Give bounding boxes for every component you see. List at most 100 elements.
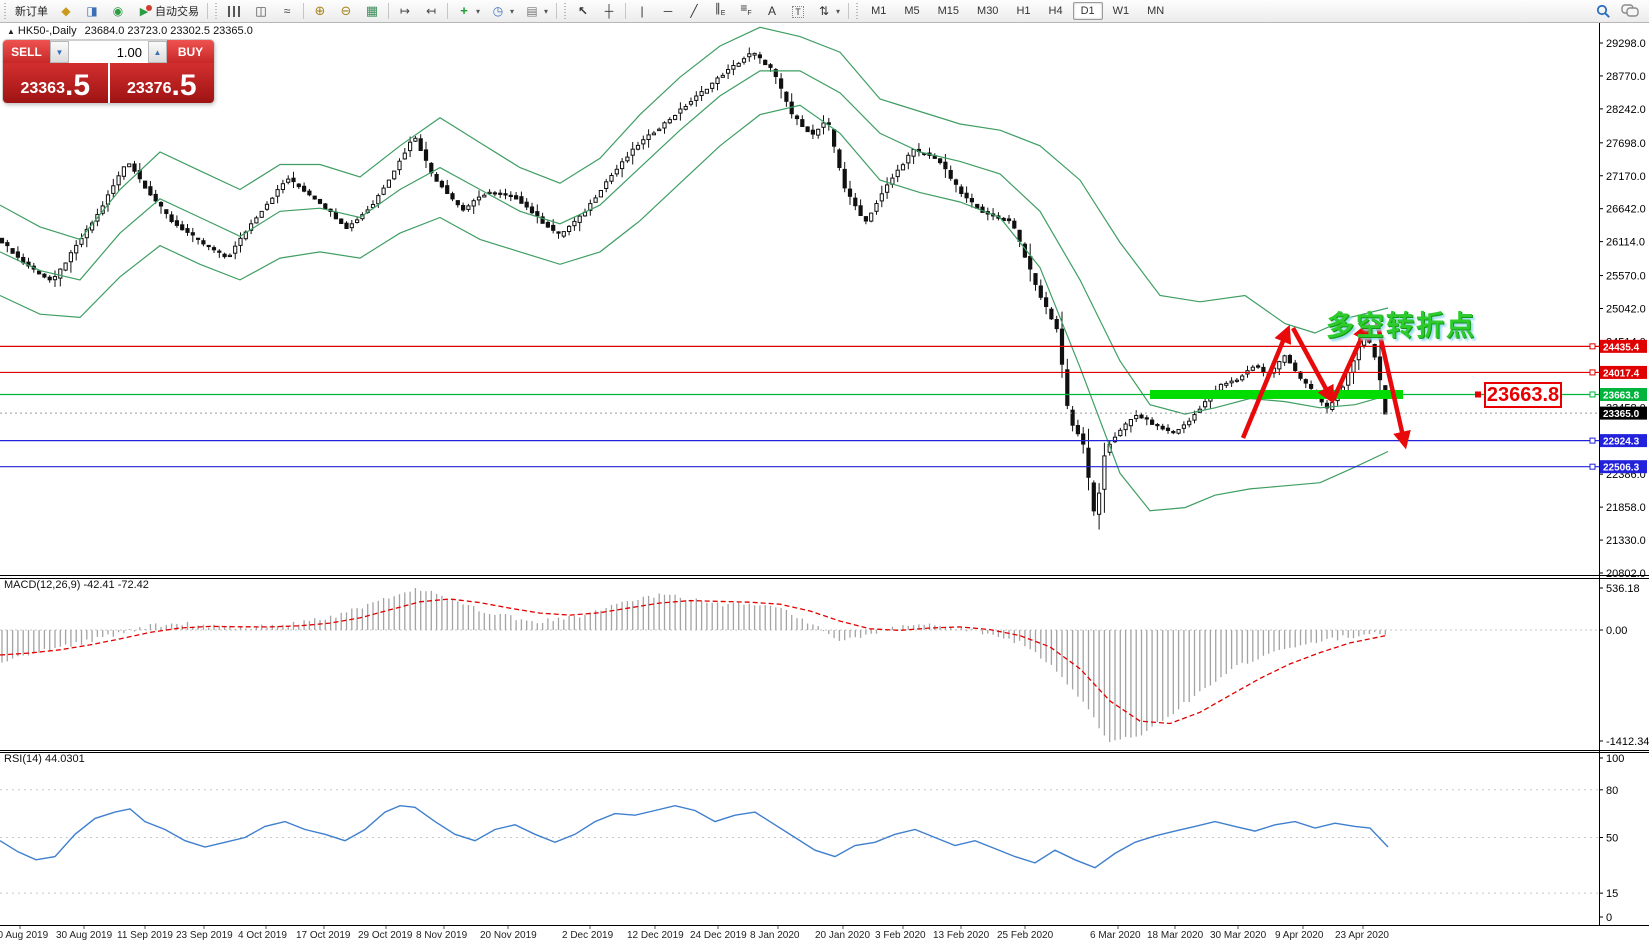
buy-price[interactable]: 23376 .5	[110, 63, 215, 103]
crosshair-tool-button[interactable]	[596, 1, 622, 21]
level-line-anchor[interactable]	[1590, 344, 1595, 349]
price-tag-current: 23365.0	[1600, 407, 1647, 421]
date-tick-label: 24 Dec 2019	[690, 930, 747, 941]
level-line-anchor[interactable]	[1590, 370, 1595, 375]
timeframe-w1[interactable]: W1	[1105, 2, 1138, 20]
strategy-tester-icon[interactable]	[105, 1, 131, 21]
toolbar-separator	[207, 3, 208, 19]
bar-chart-icon	[228, 6, 241, 17]
price-tag-value: 22924.3	[1603, 437, 1640, 448]
date-tick-label: 17 Oct 2019	[296, 930, 351, 941]
timeframe-h1[interactable]: H1	[1008, 2, 1038, 20]
periods-button[interactable]: ▾	[485, 1, 519, 21]
chat-icon[interactable]	[1621, 4, 1639, 18]
data-window-icon[interactable]	[79, 1, 105, 21]
toolbar-grip[interactable]	[213, 3, 219, 19]
timeframe-m15[interactable]: M15	[930, 2, 967, 20]
volume-input[interactable]	[69, 41, 148, 63]
add-indicator-icon	[456, 3, 472, 19]
cursor-tool-button[interactable]	[570, 1, 596, 21]
date-tick-label: 6 Mar 2020	[1090, 930, 1141, 941]
new-order-label: 新订单	[15, 3, 48, 19]
line-chart-button[interactable]	[274, 1, 300, 21]
price-tick-label: 28770.0	[1606, 71, 1646, 83]
timeframe-mn[interactable]: MN	[1139, 2, 1172, 20]
fibonacci-icon	[738, 0, 754, 22]
volume-stepper: ▼ ▲	[50, 40, 167, 63]
price-tick-label: 21330.0	[1606, 535, 1646, 547]
price-tick-label: 21858.0	[1606, 502, 1646, 514]
vertical-line-icon	[634, 3, 650, 19]
price-tick-label: 25570.0	[1606, 271, 1646, 283]
text-tool-button[interactable]	[759, 1, 785, 21]
rsi-axis-label: 15	[1606, 888, 1618, 900]
zoom-out-button[interactable]	[333, 1, 359, 21]
green-pivot-zone[interactable]	[1150, 390, 1403, 399]
level-line-anchor[interactable]	[1590, 438, 1595, 443]
buy-button[interactable]: BUY	[167, 40, 214, 63]
price-tag-support: 22924.3	[1600, 434, 1647, 448]
fibonacci-tool-button[interactable]	[733, 1, 759, 21]
turning-point-annotation[interactable]: 多空转折点	[1326, 304, 1476, 344]
new-order-button[interactable]: 新订单	[10, 1, 53, 21]
date-tick-label: 13 Feb 2020	[933, 930, 990, 941]
volume-decrease-button[interactable]: ▼	[50, 41, 69, 63]
timeframe-h4[interactable]: H4	[1041, 2, 1071, 20]
toolbar-grip[interactable]	[2, 3, 8, 19]
sell-price-main: 23363	[20, 78, 65, 100]
date-tick-label: 4 Oct 2019	[238, 930, 287, 941]
trendline-tool-button[interactable]	[681, 1, 707, 21]
toolbar: 新订单 自动交易 ▾ ▾ ▾ ▾ M1 M5	[0, 0, 1649, 23]
rsi-axis-label: 50	[1606, 833, 1618, 845]
date-tick-label: 20 Jan 2020	[815, 930, 870, 941]
chevron-down-icon: ▾	[476, 7, 480, 16]
market-watch-icon[interactable]	[53, 1, 79, 21]
text-label-tool-button[interactable]	[785, 1, 811, 21]
channel-tool-button[interactable]	[707, 1, 733, 21]
zoom-in-button[interactable]	[307, 1, 333, 21]
timeframe-m30[interactable]: M30	[969, 2, 1006, 20]
price-callout-box[interactable]: 23663.8	[1484, 382, 1562, 408]
level-line-anchor[interactable]	[1590, 392, 1595, 397]
timeframe-m5[interactable]: M5	[896, 2, 927, 20]
toolbar-separator	[848, 3, 849, 19]
indicators-button[interactable]: ▾	[451, 1, 485, 21]
auto-scroll-button[interactable]	[392, 1, 418, 21]
candlestick-chart-button[interactable]	[248, 1, 274, 21]
sell-price[interactable]: 23363 .5	[3, 63, 108, 103]
timeframe-d1[interactable]: D1	[1073, 2, 1103, 20]
callout-anchor[interactable]	[1475, 391, 1481, 397]
bar-chart-button[interactable]	[221, 1, 248, 21]
auto-scroll-icon	[397, 3, 413, 19]
toolbar-grip[interactable]	[854, 3, 860, 19]
vertical-line-tool-button[interactable]	[629, 1, 655, 21]
horizontal-line-tool-button[interactable]	[655, 1, 681, 21]
volume-increase-button[interactable]: ▲	[148, 41, 167, 63]
trade-panel-prices: 23363 .5 23376 .5	[3, 63, 214, 103]
auto-trading-button[interactable]: 自动交易	[131, 1, 204, 21]
date-tick-label: 18 Mar 2020	[1147, 930, 1204, 941]
chart-shift-button[interactable]	[418, 1, 444, 21]
tile-windows-button[interactable]	[359, 1, 385, 21]
level-line-anchor[interactable]	[1590, 464, 1595, 469]
price-tick-label: 20802.0	[1606, 568, 1646, 580]
toolbar-right-group	[1596, 4, 1649, 19]
macd-axis-label: -1412.34	[1606, 736, 1649, 748]
equidistant-channel-icon	[712, 0, 728, 22]
price-tick-label: 27698.0	[1606, 138, 1646, 150]
price-tag-value: 24017.4	[1603, 368, 1640, 379]
date-tick-label: 11 Sep 2019	[117, 930, 173, 941]
templates-button[interactable]: ▾	[519, 1, 553, 21]
chart-background[interactable]	[0, 22, 1649, 943]
chart-canvas[interactable]: 29298.028770.028242.027698.027170.026642…	[0, 0, 1649, 943]
toolbar-grip[interactable]	[562, 3, 568, 19]
search-icon[interactable]	[1596, 4, 1611, 19]
arrows-tool-button[interactable]: ▾	[811, 1, 845, 21]
timeframe-m1[interactable]: M1	[863, 2, 894, 20]
price-tag-value: 23663.8	[1603, 390, 1640, 401]
price-tag-resistance: 24435.4	[1600, 340, 1647, 354]
rsi-indicator-label: RSI(14) 44.0301	[4, 753, 85, 765]
sell-button[interactable]: SELL	[3, 40, 50, 63]
arrows-icon	[816, 3, 832, 19]
price-tick-label: 27170.0	[1606, 171, 1646, 183]
